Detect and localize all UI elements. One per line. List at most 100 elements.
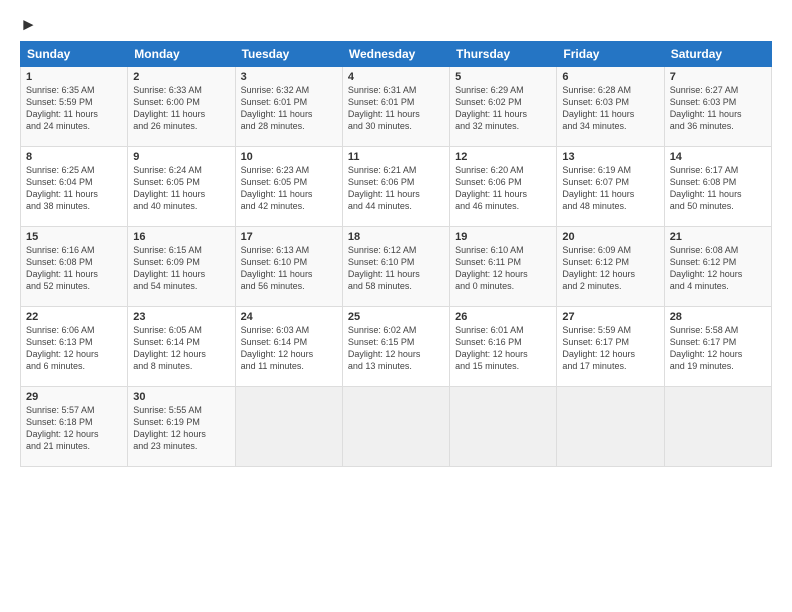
weekday-friday: Friday <box>557 41 664 66</box>
day-info: Sunrise: 6:08 AM Sunset: 6:12 PM Dayligh… <box>670 244 766 293</box>
day-number: 18 <box>348 231 444 243</box>
calendar-cell <box>235 386 342 466</box>
calendar-week-5: 29Sunrise: 5:57 AM Sunset: 6:18 PM Dayli… <box>21 386 772 466</box>
day-info: Sunrise: 5:55 AM Sunset: 6:19 PM Dayligh… <box>133 404 229 453</box>
day-number: 19 <box>455 231 551 243</box>
calendar-cell: 12Sunrise: 6:20 AM Sunset: 6:06 PM Dayli… <box>450 146 557 226</box>
calendar-cell: 6Sunrise: 6:28 AM Sunset: 6:03 PM Daylig… <box>557 66 664 146</box>
calendar-week-3: 15Sunrise: 6:16 AM Sunset: 6:08 PM Dayli… <box>21 226 772 306</box>
day-info: Sunrise: 5:59 AM Sunset: 6:17 PM Dayligh… <box>562 324 658 373</box>
calendar-cell: 30Sunrise: 5:55 AM Sunset: 6:19 PM Dayli… <box>128 386 235 466</box>
day-number: 4 <box>348 71 444 83</box>
calendar-cell: 28Sunrise: 5:58 AM Sunset: 6:17 PM Dayli… <box>664 306 771 386</box>
day-number: 13 <box>562 151 658 163</box>
day-number: 8 <box>26 151 122 163</box>
day-info: Sunrise: 6:27 AM Sunset: 6:03 PM Dayligh… <box>670 84 766 133</box>
weekday-sunday: Sunday <box>21 41 128 66</box>
calendar-cell: 1Sunrise: 6:35 AM Sunset: 5:59 PM Daylig… <box>21 66 128 146</box>
weekday-header-row: SundayMondayTuesdayWednesdayThursdayFrid… <box>21 41 772 66</box>
day-info: Sunrise: 6:35 AM Sunset: 5:59 PM Dayligh… <box>26 84 122 133</box>
calendar-cell: 5Sunrise: 6:29 AM Sunset: 6:02 PM Daylig… <box>450 66 557 146</box>
day-info: Sunrise: 6:12 AM Sunset: 6:10 PM Dayligh… <box>348 244 444 293</box>
day-number: 16 <box>133 231 229 243</box>
calendar-cell <box>342 386 449 466</box>
day-number: 24 <box>241 311 337 323</box>
calendar-cell: 9Sunrise: 6:24 AM Sunset: 6:05 PM Daylig… <box>128 146 235 226</box>
day-info: Sunrise: 5:57 AM Sunset: 6:18 PM Dayligh… <box>26 404 122 453</box>
logo: ► <box>20 16 37 35</box>
calendar-week-2: 8Sunrise: 6:25 AM Sunset: 6:04 PM Daylig… <box>21 146 772 226</box>
day-number: 15 <box>26 231 122 243</box>
day-number: 29 <box>26 391 122 403</box>
calendar-cell <box>557 386 664 466</box>
day-info: Sunrise: 6:25 AM Sunset: 6:04 PM Dayligh… <box>26 164 122 213</box>
calendar-cell <box>664 386 771 466</box>
day-number: 21 <box>670 231 766 243</box>
calendar-week-4: 22Sunrise: 6:06 AM Sunset: 6:13 PM Dayli… <box>21 306 772 386</box>
calendar-cell: 16Sunrise: 6:15 AM Sunset: 6:09 PM Dayli… <box>128 226 235 306</box>
day-info: Sunrise: 6:01 AM Sunset: 6:16 PM Dayligh… <box>455 324 551 373</box>
day-number: 6 <box>562 71 658 83</box>
day-info: Sunrise: 6:13 AM Sunset: 6:10 PM Dayligh… <box>241 244 337 293</box>
day-info: Sunrise: 6:33 AM Sunset: 6:00 PM Dayligh… <box>133 84 229 133</box>
day-info: Sunrise: 5:58 AM Sunset: 6:17 PM Dayligh… <box>670 324 766 373</box>
day-info: Sunrise: 6:15 AM Sunset: 6:09 PM Dayligh… <box>133 244 229 293</box>
day-number: 2 <box>133 71 229 83</box>
day-info: Sunrise: 6:32 AM Sunset: 6:01 PM Dayligh… <box>241 84 337 133</box>
day-number: 23 <box>133 311 229 323</box>
day-number: 14 <box>670 151 766 163</box>
day-info: Sunrise: 6:29 AM Sunset: 6:02 PM Dayligh… <box>455 84 551 133</box>
day-info: Sunrise: 6:24 AM Sunset: 6:05 PM Dayligh… <box>133 164 229 213</box>
day-info: Sunrise: 6:09 AM Sunset: 6:12 PM Dayligh… <box>562 244 658 293</box>
day-info: Sunrise: 6:10 AM Sunset: 6:11 PM Dayligh… <box>455 244 551 293</box>
calendar-cell: 29Sunrise: 5:57 AM Sunset: 6:18 PM Dayli… <box>21 386 128 466</box>
calendar-cell: 8Sunrise: 6:25 AM Sunset: 6:04 PM Daylig… <box>21 146 128 226</box>
page: ► SundayMondayTuesdayWednesdayThursdayFr… <box>0 0 792 612</box>
day-number: 25 <box>348 311 444 323</box>
calendar-cell: 26Sunrise: 6:01 AM Sunset: 6:16 PM Dayli… <box>450 306 557 386</box>
day-info: Sunrise: 6:06 AM Sunset: 6:13 PM Dayligh… <box>26 324 122 373</box>
calendar-cell: 11Sunrise: 6:21 AM Sunset: 6:06 PM Dayli… <box>342 146 449 226</box>
calendar-cell: 10Sunrise: 6:23 AM Sunset: 6:05 PM Dayli… <box>235 146 342 226</box>
day-info: Sunrise: 6:28 AM Sunset: 6:03 PM Dayligh… <box>562 84 658 133</box>
day-info: Sunrise: 6:31 AM Sunset: 6:01 PM Dayligh… <box>348 84 444 133</box>
weekday-thursday: Thursday <box>450 41 557 66</box>
day-number: 22 <box>26 311 122 323</box>
calendar-cell: 15Sunrise: 6:16 AM Sunset: 6:08 PM Dayli… <box>21 226 128 306</box>
day-info: Sunrise: 6:21 AM Sunset: 6:06 PM Dayligh… <box>348 164 444 213</box>
calendar-cell: 25Sunrise: 6:02 AM Sunset: 6:15 PM Dayli… <box>342 306 449 386</box>
day-number: 12 <box>455 151 551 163</box>
calendar-week-1: 1Sunrise: 6:35 AM Sunset: 5:59 PM Daylig… <box>21 66 772 146</box>
day-number: 27 <box>562 311 658 323</box>
day-number: 10 <box>241 151 337 163</box>
day-info: Sunrise: 6:16 AM Sunset: 6:08 PM Dayligh… <box>26 244 122 293</box>
day-number: 17 <box>241 231 337 243</box>
day-info: Sunrise: 6:02 AM Sunset: 6:15 PM Dayligh… <box>348 324 444 373</box>
weekday-wednesday: Wednesday <box>342 41 449 66</box>
day-info: Sunrise: 6:23 AM Sunset: 6:05 PM Dayligh… <box>241 164 337 213</box>
calendar-cell: 20Sunrise: 6:09 AM Sunset: 6:12 PM Dayli… <box>557 226 664 306</box>
calendar-cell: 14Sunrise: 6:17 AM Sunset: 6:08 PM Dayli… <box>664 146 771 226</box>
calendar-cell: 18Sunrise: 6:12 AM Sunset: 6:10 PM Dayli… <box>342 226 449 306</box>
day-number: 30 <box>133 391 229 403</box>
day-info: Sunrise: 6:20 AM Sunset: 6:06 PM Dayligh… <box>455 164 551 213</box>
day-number: 7 <box>670 71 766 83</box>
calendar-cell: 21Sunrise: 6:08 AM Sunset: 6:12 PM Dayli… <box>664 226 771 306</box>
day-number: 28 <box>670 311 766 323</box>
day-number: 1 <box>26 71 122 83</box>
day-number: 20 <box>562 231 658 243</box>
calendar-cell: 17Sunrise: 6:13 AM Sunset: 6:10 PM Dayli… <box>235 226 342 306</box>
day-info: Sunrise: 6:05 AM Sunset: 6:14 PM Dayligh… <box>133 324 229 373</box>
weekday-tuesday: Tuesday <box>235 41 342 66</box>
day-number: 5 <box>455 71 551 83</box>
calendar-cell: 2Sunrise: 6:33 AM Sunset: 6:00 PM Daylig… <box>128 66 235 146</box>
day-number: 9 <box>133 151 229 163</box>
calendar-cell: 19Sunrise: 6:10 AM Sunset: 6:11 PM Dayli… <box>450 226 557 306</box>
calendar-cell: 13Sunrise: 6:19 AM Sunset: 6:07 PM Dayli… <box>557 146 664 226</box>
calendar-cell: 22Sunrise: 6:06 AM Sunset: 6:13 PM Dayli… <box>21 306 128 386</box>
day-info: Sunrise: 6:03 AM Sunset: 6:14 PM Dayligh… <box>241 324 337 373</box>
weekday-saturday: Saturday <box>664 41 771 66</box>
day-number: 3 <box>241 71 337 83</box>
day-number: 26 <box>455 311 551 323</box>
day-number: 11 <box>348 151 444 163</box>
